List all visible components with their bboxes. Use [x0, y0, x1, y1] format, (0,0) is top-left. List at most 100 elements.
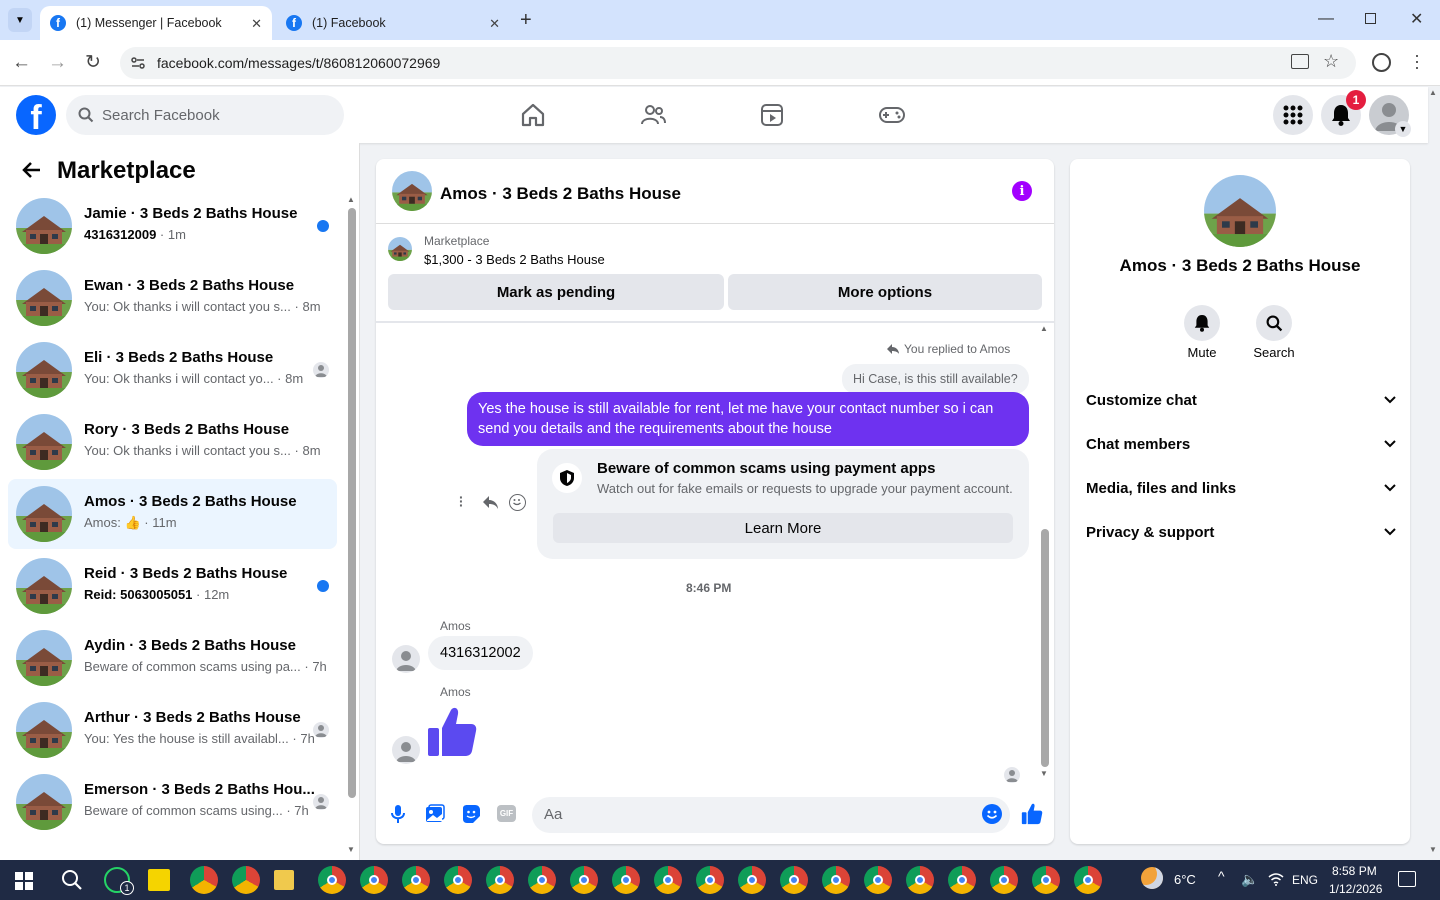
- back-icon[interactable]: ←: [12, 52, 31, 74]
- sender-avatar[interactable]: [392, 645, 420, 673]
- sticky-notes-icon[interactable]: [148, 869, 170, 891]
- chrome-window-icon[interactable]: [444, 866, 472, 894]
- notification-center-icon[interactable]: [1398, 871, 1416, 887]
- learn-more-button[interactable]: Learn More: [553, 513, 1013, 543]
- chat-scrollbar-thumb[interactable]: [1041, 529, 1049, 767]
- list-scroll-up-icon[interactable]: ▲: [347, 195, 355, 204]
- thumbs-up-message-icon[interactable]: [427, 706, 477, 758]
- sticker-icon[interactable]: [461, 804, 481, 824]
- close-tab-icon[interactable]: ✕: [489, 16, 500, 32]
- chrome-window-icon[interactable]: [360, 866, 388, 894]
- gaming-icon[interactable]: [878, 102, 906, 128]
- react-emoji-icon[interactable]: [509, 494, 526, 511]
- chrome-window-icon[interactable]: [948, 866, 976, 894]
- tab-facebook[interactable]: f (1) Facebook ✕: [276, 6, 510, 40]
- section-privacy-support[interactable]: Privacy & support: [1086, 517, 1396, 547]
- mute-button[interactable]: [1184, 305, 1220, 341]
- search-conversation-button[interactable]: [1256, 305, 1292, 341]
- clock-date[interactable]: 1/12/2026: [1329, 882, 1382, 896]
- chrome-profile-icon[interactable]: [190, 866, 218, 894]
- conversation-info-icon[interactable]: i: [1012, 181, 1032, 201]
- new-tab-button[interactable]: +: [520, 9, 532, 32]
- conversation-item[interactable]: Jamie · 3 Beds 2 Baths House 4316312009 ·…: [8, 192, 337, 261]
- more-options-button[interactable]: More options: [728, 274, 1042, 310]
- profile-name[interactable]: Amos · 3 Beds 2 Baths House: [1070, 256, 1410, 276]
- gif-icon[interactable]: GIF: [497, 805, 516, 822]
- section-customize-chat[interactable]: Customize chat: [1086, 385, 1396, 415]
- section-media-files-links[interactable]: Media, files and links: [1086, 473, 1396, 503]
- listing-summary[interactable]: $1,300 - 3 Beds 2 Baths House: [424, 252, 605, 267]
- chrome-window-icon[interactable]: [570, 866, 598, 894]
- list-scrollbar-thumb[interactable]: [348, 208, 356, 798]
- chrome-window-icon[interactable]: [1074, 866, 1102, 894]
- site-settings-icon[interactable]: [130, 55, 146, 71]
- sender-avatar[interactable]: [392, 736, 420, 764]
- conversation-item[interactable]: Eli · 3 Beds 2 Baths House You: Ok thanks…: [8, 335, 337, 405]
- facebook-search-input[interactable]: Search Facebook: [66, 95, 344, 135]
- chrome-window-icon[interactable]: [906, 866, 934, 894]
- section-chat-members[interactable]: Chat members: [1086, 429, 1396, 459]
- incoming-message-bubble[interactable]: 4316312002: [428, 636, 533, 670]
- volume-icon[interactable]: 🔈: [1241, 871, 1258, 888]
- reply-action-icon[interactable]: [482, 495, 499, 510]
- chrome-window-icon[interactable]: [990, 866, 1018, 894]
- conversation-item[interactable]: Reid · 3 Beds 2 Baths House Reid: 5063005…: [8, 551, 337, 621]
- photo-icon[interactable]: [425, 804, 445, 824]
- conversation-item[interactable]: Aydin · 3 Beds 2 Baths House Beware of co…: [8, 623, 337, 693]
- chrome-window-icon[interactable]: [696, 866, 724, 894]
- chrome-window-icon[interactable]: [528, 866, 556, 894]
- close-window-button[interactable]: ✕: [1410, 9, 1423, 29]
- chrome-window-icon[interactable]: [402, 866, 430, 894]
- chrome-window-icon[interactable]: [486, 866, 514, 894]
- chat-header-avatar[interactable]: [392, 171, 432, 211]
- chrome-active-icon[interactable]: [232, 866, 260, 894]
- outgoing-message-bubble[interactable]: Yes the house is still available for ren…: [467, 392, 1029, 446]
- tray-chevron-icon[interactable]: ^: [1218, 868, 1225, 884]
- back-arrow-icon[interactable]: [22, 160, 42, 180]
- chrome-window-icon[interactable]: [822, 866, 850, 894]
- conversation-item[interactable]: Rory · 3 Beds 2 Baths House You: Ok thank…: [8, 407, 337, 477]
- chrome-window-icon[interactable]: [318, 866, 346, 894]
- weather-icon[interactable]: [1141, 867, 1163, 889]
- friends-icon[interactable]: [640, 102, 666, 128]
- reload-icon[interactable]: ↻: [85, 51, 101, 74]
- listing-thumbnail[interactable]: [388, 237, 412, 261]
- mark-as-pending-button[interactable]: Mark as pending: [388, 274, 724, 310]
- chrome-window-icon[interactable]: [654, 866, 682, 894]
- page-scroll-up-icon[interactable]: ▲: [1429, 88, 1437, 97]
- emoji-icon[interactable]: [982, 804, 1002, 824]
- chrome-window-icon[interactable]: [1032, 866, 1060, 894]
- maximize-button[interactable]: [1365, 13, 1376, 24]
- forward-icon[interactable]: →: [48, 52, 67, 74]
- chat-scroll-up-icon[interactable]: ▲: [1040, 324, 1048, 333]
- clock-time[interactable]: 8:58 PM: [1332, 864, 1377, 878]
- menu-grid-button[interactable]: [1273, 95, 1313, 135]
- list-scroll-down-icon[interactable]: ▼: [347, 845, 355, 854]
- language-indicator[interactable]: ENG: [1292, 873, 1318, 887]
- file-explorer-icon[interactable]: [274, 870, 294, 890]
- browser-menu-icon[interactable]: · · ·: [1414, 46, 1420, 76]
- account-chevron-icon[interactable]: ▼: [1395, 121, 1411, 137]
- conversation-item[interactable]: Ewan · 3 Beds 2 Baths House You: Ok thank…: [8, 263, 337, 333]
- quoted-message[interactable]: Hi Case, is this still available?: [842, 364, 1029, 394]
- conversation-item[interactable]: Amos · 3 Beds 2 Baths House Amos: 👍 · 11m: [8, 479, 337, 549]
- tab-messenger[interactable]: f (1) Messenger | Facebook ✕: [40, 6, 272, 40]
- more-actions-icon[interactable]: · · ·: [459, 490, 464, 512]
- chat-scroll-down-icon[interactable]: ▼: [1040, 769, 1048, 778]
- tab-list-dropdown-icon[interactable]: ▼: [8, 8, 32, 32]
- wifi-icon[interactable]: [1268, 872, 1284, 886]
- chrome-window-icon[interactable]: [612, 866, 640, 894]
- bookmark-star-icon[interactable]: ☆: [1323, 51, 1339, 72]
- chrome-window-icon[interactable]: [864, 866, 892, 894]
- conversation-item[interactable]: Emerson · 3 Beds 2 Baths Hou... Beware of…: [8, 767, 337, 837]
- facebook-logo-icon[interactable]: f: [16, 95, 56, 135]
- chat-title[interactable]: Amos · 3 Beds 2 Baths House: [440, 184, 681, 204]
- message-input[interactable]: [532, 797, 1010, 833]
- video-icon[interactable]: [759, 102, 785, 128]
- profile-avatar[interactable]: [1204, 175, 1276, 247]
- home-icon[interactable]: [520, 102, 546, 128]
- chrome-window-icon[interactable]: [738, 866, 766, 894]
- install-app-icon[interactable]: [1291, 54, 1309, 69]
- profile-icon[interactable]: [1372, 53, 1391, 72]
- minimize-button[interactable]: —: [1318, 10, 1334, 28]
